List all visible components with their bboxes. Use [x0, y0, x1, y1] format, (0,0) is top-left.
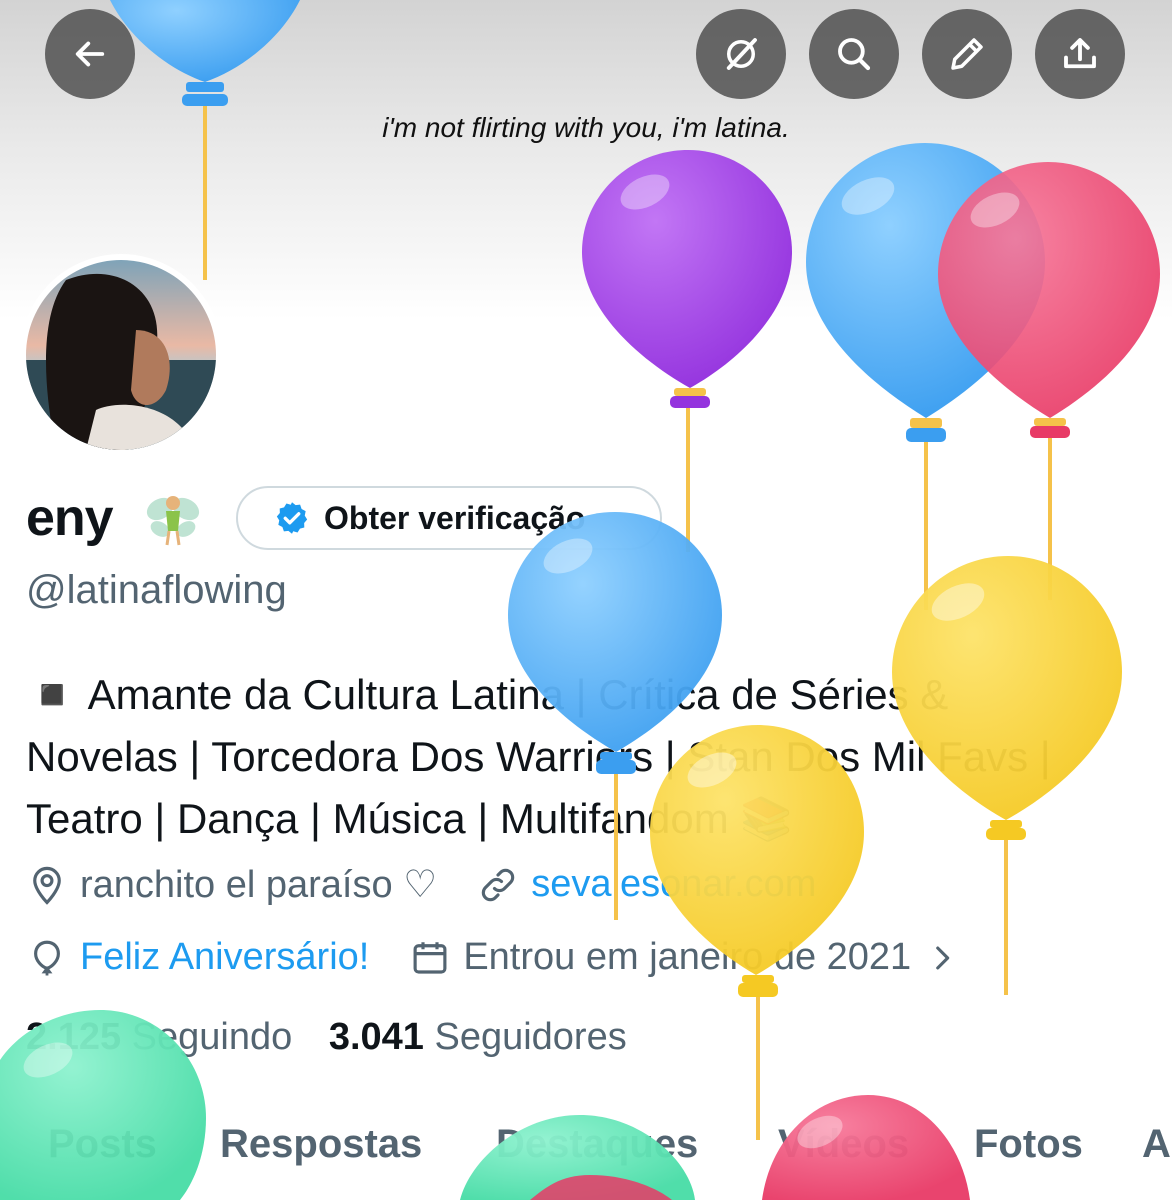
share-button[interactable] — [1035, 9, 1125, 99]
tab-posts[interactable]: Posts — [48, 1122, 157, 1167]
website-link[interactable]: sevalesonar.com — [531, 863, 816, 906]
following-count: 2.125 — [26, 1016, 122, 1058]
birthday-text[interactable]: Feliz Aniversário! — [80, 936, 369, 979]
bio-line: Teatro | Dança | Música | Multifandom 📚 — [26, 795, 793, 842]
following-link[interactable]: 2.125 Seguindo — [26, 1016, 292, 1058]
avatar-frame[interactable] — [20, 254, 222, 456]
profile-tabs: Posts Respostas Destaques Vídeos Fotos A — [0, 1122, 1172, 1200]
tab-videos[interactable]: Vídeos — [778, 1122, 909, 1167]
pencil-icon — [951, 38, 983, 70]
profile-bio: ◾ Amante da Cultura Latina | Crítica de … — [26, 664, 1146, 850]
tab-highlights[interactable]: Destaques — [496, 1122, 698, 1167]
back-button[interactable] — [45, 9, 135, 99]
tab-replies[interactable]: Respostas — [220, 1122, 422, 1167]
followers-count: 3.041 — [328, 1016, 424, 1058]
grok-button[interactable] — [696, 9, 786, 99]
joined-date: Entrou em janeiro de 2021 — [463, 936, 912, 978]
avatar — [26, 260, 216, 450]
tab-articles[interactable]: A — [1142, 1122, 1171, 1167]
share-icon — [1064, 38, 1096, 69]
search-button[interactable] — [809, 9, 899, 99]
get-verified-label: Obter verificação — [324, 499, 586, 536]
tab-photos[interactable]: Fotos — [974, 1122, 1083, 1167]
verified-badge-icon — [276, 502, 308, 534]
grok-icon — [726, 38, 757, 70]
fairy-emoji-icon — [146, 496, 200, 546]
followers-label: Seguidores — [434, 1016, 627, 1058]
banner-caption: i'm not flirting with you, i'm latina. — [382, 112, 790, 143]
search-icon — [838, 38, 871, 71]
bio-line: Novelas | Torcedora Dos Warriors | Stan … — [26, 733, 1051, 780]
balloon-icon — [34, 940, 60, 975]
bio-line: ◾ Amante da Cultura Latina | Crítica de … — [26, 671, 949, 718]
chevron-right-icon[interactable] — [925, 941, 959, 975]
follow-stats: 2.125 Seguindo 3.041 Seguidores — [26, 1016, 627, 1059]
display-name: eny — [26, 489, 114, 547]
birthday-joined-row: Feliz Aniversário! Entrou em janeiro de … — [26, 936, 971, 979]
link-icon — [482, 868, 515, 901]
arrow-left-icon — [75, 41, 105, 67]
location-pin-icon — [33, 866, 61, 905]
location-text: ranchito el paraíso ♡ — [80, 864, 438, 906]
get-verified-button[interactable]: Obter verificação — [236, 486, 662, 550]
location-website-row: ranchito el paraíso ♡ sevalesonar.com — [26, 862, 816, 907]
edit-button[interactable] — [922, 9, 1012, 99]
calendar-icon — [413, 941, 447, 974]
followers-link[interactable]: 3.041 Seguidores — [329, 1016, 627, 1058]
following-label: Seguindo — [131, 1016, 293, 1058]
user-handle: @latinaflowing — [26, 568, 287, 612]
